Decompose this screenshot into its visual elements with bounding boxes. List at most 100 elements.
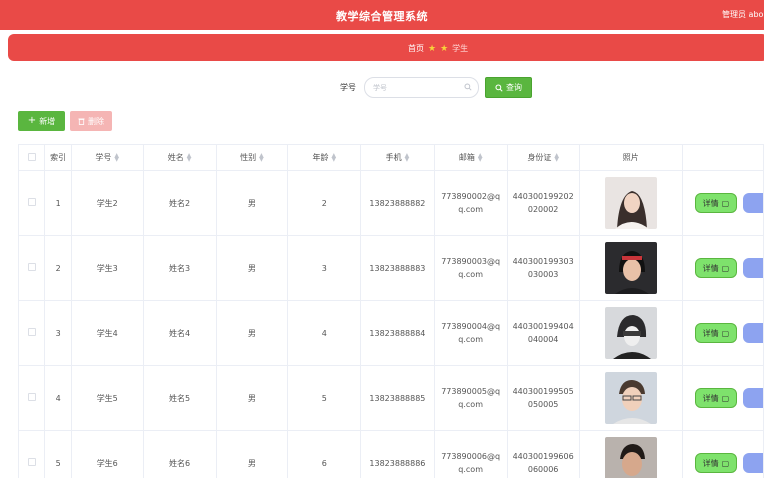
cell-student-no: 学生2: [70, 170, 144, 236]
header-age[interactable]: 年龄 ▲ ▼: [287, 144, 362, 171]
sort-icon[interactable]: ▲ ▼: [554, 152, 559, 162]
row-checkbox[interactable]: [27, 328, 36, 336]
cell-id-card: 440300199202020002: [512, 192, 574, 214]
header-label: 年龄: [312, 153, 329, 162]
search-input[interactable]: [365, 78, 455, 97]
add-button[interactable]: + 新增: [18, 111, 65, 131]
cell-gender: 男: [215, 300, 289, 366]
header-label: 手机: [385, 153, 402, 162]
header-phone[interactable]: 手机 ▲ ▼: [360, 144, 435, 171]
add-button-label: 新增: [39, 116, 56, 126]
student-photo[interactable]: [604, 437, 657, 478]
detail-button[interactable]: 详情 ▢: [694, 388, 737, 408]
star-icon: ★: [440, 43, 449, 54]
sort-icon[interactable]: ▲ ▼: [187, 152, 192, 162]
trash-icon: [78, 118, 85, 125]
delete-button[interactable]: 删除: [70, 111, 112, 131]
sort-icon[interactable]: ▲ ▼: [405, 152, 410, 162]
cell-index: 5: [44, 430, 72, 478]
header-name[interactable]: 姓名 ▲ ▼: [142, 144, 217, 171]
search-input-wrapper: [364, 77, 479, 98]
cell-student-no: 学生3: [70, 235, 144, 301]
search-icon: [495, 83, 503, 92]
edit-button[interactable]: [742, 323, 763, 343]
cell-gender: 男: [215, 235, 289, 301]
cell-email: 773890003@qq.com: [441, 257, 501, 279]
sort-icon[interactable]: ▲ ▼: [114, 152, 119, 162]
cell-id-card: 440300199606060006: [512, 452, 574, 474]
edit-button[interactable]: [742, 388, 763, 408]
select-all-cell[interactable]: [17, 144, 46, 171]
cell-gender: 男: [215, 170, 289, 236]
table-row[interactable]: 2 学生3 姓名3 男 3 13823888883 773890003@qq.c…: [17, 235, 764, 301]
detail-button[interactable]: 详情 ▢: [694, 323, 737, 343]
plus-icon: +: [27, 115, 37, 126]
cell-age: 3: [287, 235, 362, 301]
cell-age: 5: [287, 365, 362, 431]
row-checkbox[interactable]: [27, 458, 36, 466]
header-label: 邮箱: [458, 153, 475, 162]
cell-name: 姓名6: [142, 430, 217, 478]
row-checkbox[interactable]: [27, 393, 36, 401]
document-icon: ▢: [721, 458, 730, 468]
search-label: 学号: [340, 83, 356, 92]
cell-phone: 13823888885: [360, 365, 435, 431]
detail-button[interactable]: 详情 ▢: [694, 258, 737, 278]
cell-email: 773890006@qq.com: [441, 452, 501, 474]
sort-icon[interactable]: ▲ ▼: [331, 152, 336, 162]
table-row[interactable]: 3 学生4 姓名4 男 4 13823888884 773890004@qq.c…: [17, 300, 764, 366]
edit-button[interactable]: [742, 258, 763, 278]
detail-button[interactable]: 详情 ▢: [694, 193, 737, 213]
header-gender[interactable]: 性别 ▲ ▼: [215, 144, 289, 171]
student-photo[interactable]: [604, 372, 657, 424]
cell-id-card: 440300199303030003: [512, 257, 574, 279]
user-info[interactable]: 管理员 abo: [722, 9, 763, 20]
breadcrumb-current: 学生: [452, 44, 469, 53]
cell-phone: 13823888882: [360, 170, 435, 236]
detail-button[interactable]: 详情 ▢: [694, 453, 737, 473]
sort-icon[interactable]: ▲ ▼: [478, 152, 483, 162]
header-actions: [681, 144, 764, 171]
select-all-checkbox[interactable]: [27, 152, 36, 161]
table-row[interactable]: 1 学生2 姓名2 男 2 13823888882 773890002@qq.c…: [17, 170, 764, 236]
row-checkbox[interactable]: [27, 263, 36, 271]
cell-index: 2: [44, 235, 72, 301]
header-index: 索引: [44, 144, 72, 171]
table-row[interactable]: 5 学生6 姓名6 男 6 13823888886 773890006@qq.c…: [17, 430, 764, 478]
search-bar: 学号 查询: [340, 77, 532, 98]
detail-button-label: 详情: [702, 263, 719, 273]
cell-phone: 13823888886: [360, 430, 435, 478]
search-icon: [464, 83, 472, 91]
detail-button-label: 详情: [702, 458, 719, 468]
header-email[interactable]: 邮箱 ▲ ▼: [433, 144, 508, 171]
cell-student-no: 学生5: [70, 365, 144, 431]
row-checkbox[interactable]: [27, 198, 36, 206]
query-button[interactable]: 查询: [485, 77, 532, 98]
header-label: 性别: [240, 153, 257, 162]
student-photo[interactable]: [604, 242, 657, 294]
breadcrumb-home[interactable]: 首页: [408, 43, 424, 54]
student-photo[interactable]: [604, 307, 657, 359]
document-icon: ▢: [721, 198, 730, 208]
student-photo[interactable]: [604, 177, 657, 229]
edit-button[interactable]: [742, 193, 763, 213]
document-icon: ▢: [721, 328, 730, 338]
detail-button-label: 详情: [702, 393, 719, 403]
cell-email: 773890002@qq.com: [441, 192, 501, 214]
cell-gender: 男: [215, 365, 289, 431]
breadcrumb: 首页 ★ ★ 学生: [8, 34, 764, 61]
table-header-row: 索引 学号 ▲ ▼ 姓名 ▲ ▼ 性别 ▲ ▼ 年龄 ▲ ▼ 手机 ▲ ▼ 邮箱 ▲ ▼ 身份证 ▲ ▼ 照…: [17, 144, 764, 171]
detail-button-label: 详情: [702, 328, 719, 338]
table-row[interactable]: 4 学生5 姓名5 男 5 13823888885 773890005@qq.c…: [17, 365, 764, 431]
document-icon: ▢: [721, 393, 730, 403]
cell-email: 773890005@qq.com: [441, 387, 501, 409]
sort-icon[interactable]: ▲ ▼: [259, 152, 264, 162]
cell-name: 姓名4: [142, 300, 217, 366]
header-id-card[interactable]: 身份证 ▲ ▼: [506, 144, 580, 171]
edit-button[interactable]: [742, 453, 763, 473]
top-header: 教学综合管理系统 管理员 abo: [0, 0, 764, 30]
cell-name: 姓名3: [142, 235, 217, 301]
header-student-no[interactable]: 学号 ▲ ▼: [70, 144, 144, 171]
cell-student-no: 学生6: [70, 430, 144, 478]
cell-gender: 男: [215, 430, 289, 478]
